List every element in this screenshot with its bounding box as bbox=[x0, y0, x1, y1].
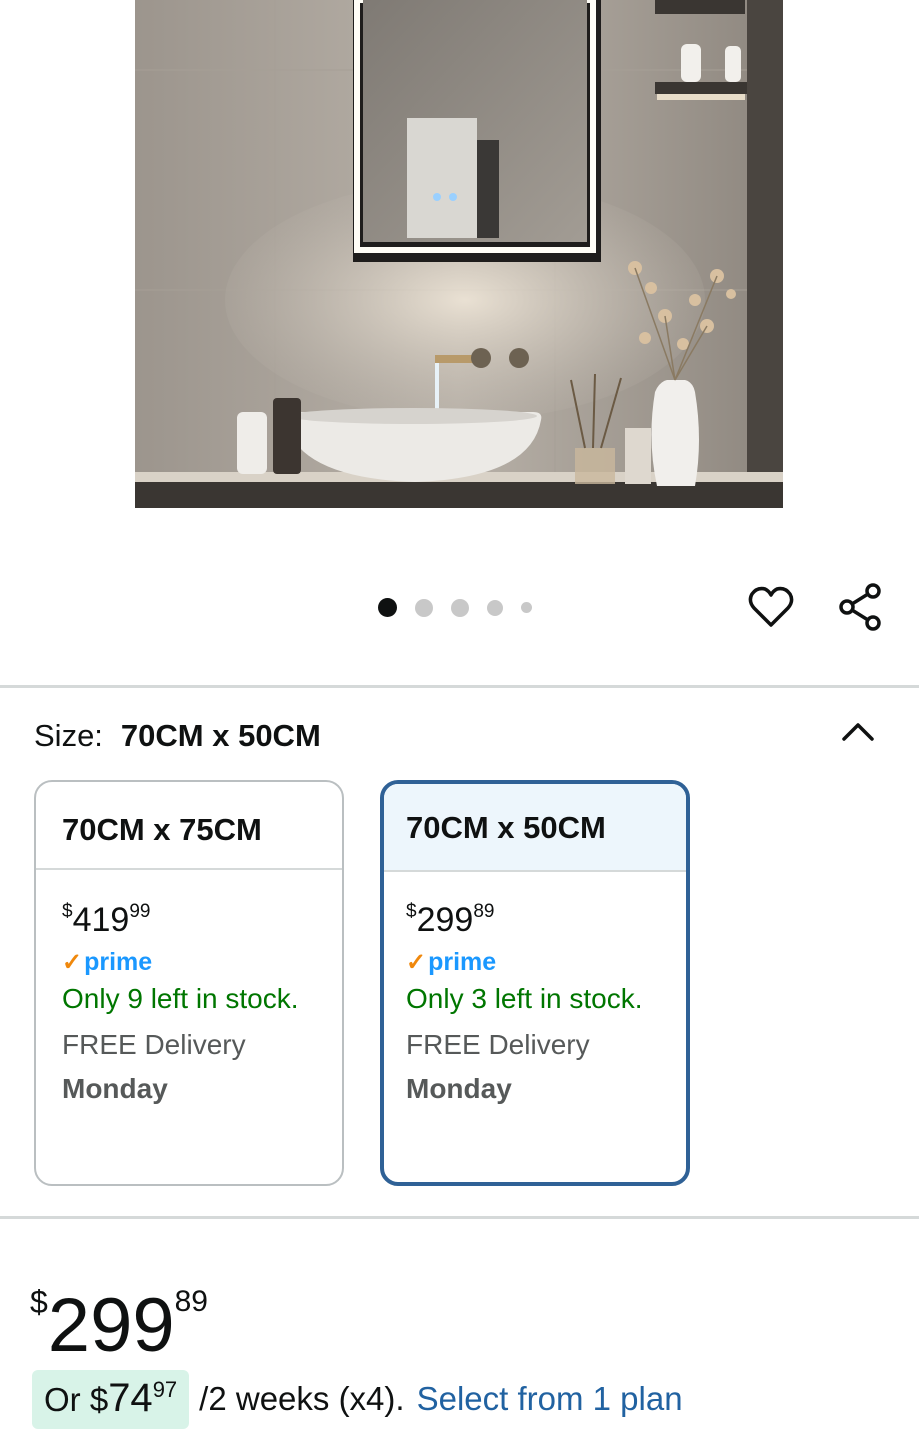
product-price: $29989 bbox=[30, 1283, 208, 1368]
size-option-price: $41999 bbox=[62, 901, 151, 939]
product-photo bbox=[135, 0, 783, 508]
collapse-button[interactable] bbox=[838, 712, 878, 752]
size-option-price: $29989 bbox=[406, 901, 495, 939]
select-plan-link[interactable]: Select from 1 plan bbox=[417, 1380, 683, 1418]
heart-icon bbox=[748, 586, 794, 627]
section-divider bbox=[0, 685, 919, 688]
stock-status: Only 3 left in stock. bbox=[406, 983, 643, 1014]
section-divider bbox=[0, 1216, 919, 1219]
product-image[interactable] bbox=[135, 0, 783, 508]
favorite-button[interactable] bbox=[746, 582, 796, 632]
carousel-dot[interactable] bbox=[451, 598, 469, 617]
prime-badge: ✓ prime bbox=[62, 948, 153, 976]
share-icon bbox=[839, 583, 881, 631]
size-option-name: 70CM x 50CM bbox=[384, 784, 686, 872]
size-label: Size: bbox=[34, 718, 103, 753]
stock-status: Only 9 left in stock. bbox=[62, 983, 299, 1014]
carousel-dot-active[interactable] bbox=[378, 598, 397, 617]
carousel-dot[interactable] bbox=[521, 602, 532, 613]
size-selected-value: 70CM x 50CM bbox=[120, 718, 321, 753]
prime-badge: ✓ prime bbox=[406, 948, 497, 976]
size-option-name: 70CM x 75CM bbox=[36, 782, 342, 870]
delivery-info: FREE Delivery bbox=[406, 1029, 590, 1060]
installment-terms: /2 weeks (x4). bbox=[199, 1380, 405, 1417]
carousel-indicator[interactable] bbox=[378, 598, 550, 617]
delivery-day: Monday bbox=[62, 1073, 168, 1104]
delivery-day: Monday bbox=[406, 1073, 512, 1104]
carousel-dot[interactable] bbox=[415, 598, 433, 617]
chevron-up-icon bbox=[842, 723, 874, 741]
delivery-info: FREE Delivery bbox=[62, 1029, 246, 1060]
prime-check-icon: ✓ bbox=[62, 949, 83, 976]
prime-check-icon: ✓ bbox=[406, 949, 427, 976]
installment-amount: Or $7497 bbox=[32, 1369, 190, 1429]
carousel-dot[interactable] bbox=[487, 599, 503, 616]
size-selector-header: Size: 70CM x 50CM bbox=[34, 718, 321, 754]
installment-plan: Or $7497 /2 weeks (x4). Select from 1 pl… bbox=[32, 1368, 683, 1430]
size-option-card-selected[interactable]: 70CM x 50CM $29989 ✓ prime Only 3 left in… bbox=[380, 780, 690, 1186]
share-button[interactable] bbox=[836, 582, 886, 632]
size-option-card[interactable]: 70CM x 75CM $41999 ✓ prime Only 9 left in… bbox=[34, 780, 344, 1186]
